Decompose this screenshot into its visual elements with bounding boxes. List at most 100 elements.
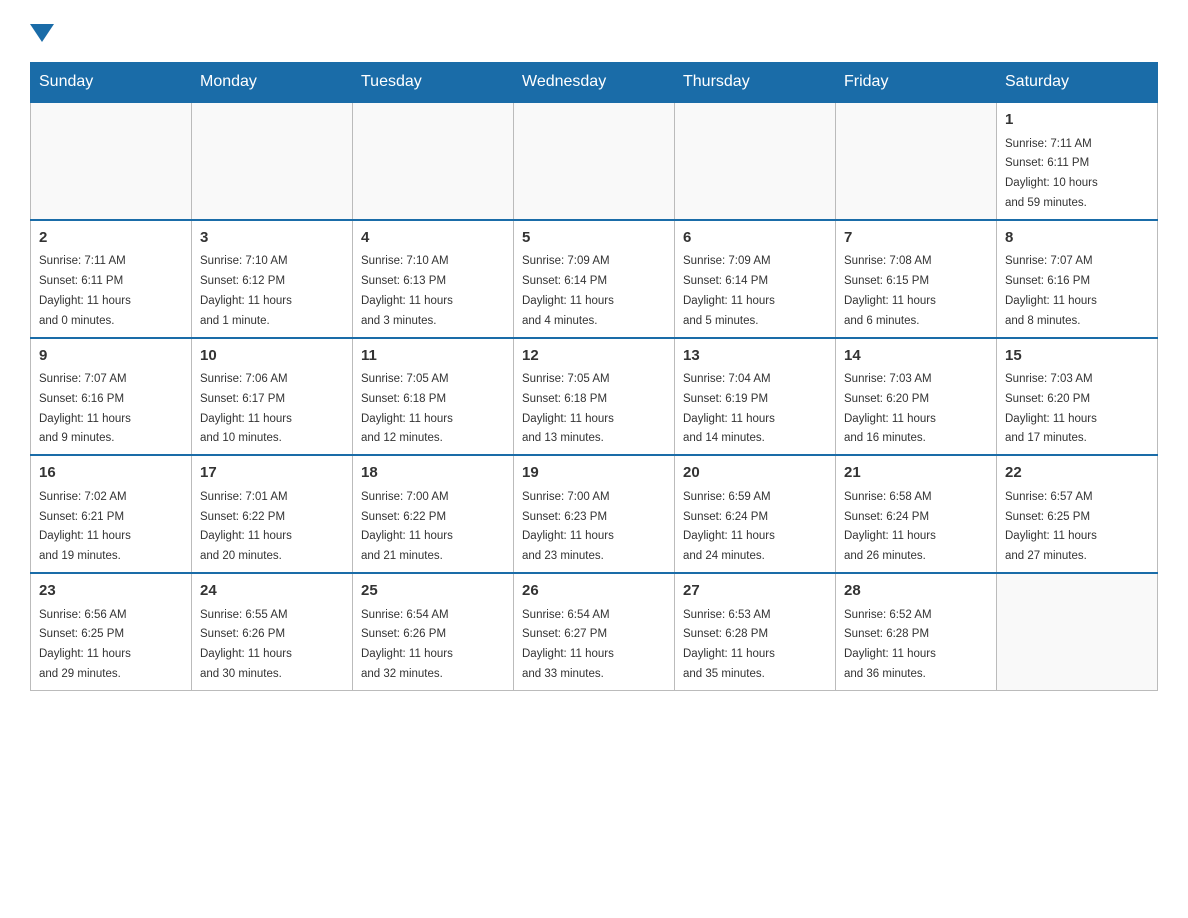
calendar-header-row: SundayMondayTuesdayWednesdayThursdayFrid…: [31, 63, 1158, 103]
calendar-cell: [353, 102, 514, 220]
day-number: 27: [683, 580, 827, 603]
calendar-cell: [997, 573, 1158, 690]
day-number: 11: [361, 345, 505, 368]
col-header-tuesday: Tuesday: [353, 63, 514, 103]
day-number: 20: [683, 462, 827, 485]
day-info: Sunrise: 6:59 AMSunset: 6:24 PMDaylight:…: [683, 491, 775, 562]
col-header-sunday: Sunday: [31, 63, 192, 103]
day-info: Sunrise: 6:54 AMSunset: 6:26 PMDaylight:…: [361, 609, 453, 680]
page-header: [30, 20, 1158, 42]
day-number: 4: [361, 227, 505, 250]
day-number: 8: [1005, 227, 1149, 250]
day-info: Sunrise: 6:57 AMSunset: 6:25 PMDaylight:…: [1005, 491, 1097, 562]
calendar-cell: [514, 102, 675, 220]
calendar-cell: 20 Sunrise: 6:59 AMSunset: 6:24 PMDayligh…: [675, 455, 836, 573]
calendar-cell: 18 Sunrise: 7:00 AMSunset: 6:22 PMDayligh…: [353, 455, 514, 573]
calendar-cell: 27 Sunrise: 6:53 AMSunset: 6:28 PMDayligh…: [675, 573, 836, 690]
day-number: 18: [361, 462, 505, 485]
calendar-cell: 19 Sunrise: 7:00 AMSunset: 6:23 PMDayligh…: [514, 455, 675, 573]
day-info: Sunrise: 7:07 AMSunset: 6:16 PMDaylight:…: [1005, 255, 1097, 326]
day-info: Sunrise: 7:09 AMSunset: 6:14 PMDaylight:…: [683, 255, 775, 326]
calendar-table: SundayMondayTuesdayWednesdayThursdayFrid…: [30, 62, 1158, 691]
day-number: 1: [1005, 109, 1149, 132]
day-info: Sunrise: 7:07 AMSunset: 6:16 PMDaylight:…: [39, 373, 131, 444]
calendar-cell: 1 Sunrise: 7:11 AMSunset: 6:11 PMDaylight…: [997, 102, 1158, 220]
calendar-week-3: 9 Sunrise: 7:07 AMSunset: 6:16 PMDaylight…: [31, 338, 1158, 456]
day-info: Sunrise: 6:53 AMSunset: 6:28 PMDaylight:…: [683, 609, 775, 680]
day-number: 9: [39, 345, 183, 368]
calendar-cell: 26 Sunrise: 6:54 AMSunset: 6:27 PMDayligh…: [514, 573, 675, 690]
day-number: 17: [200, 462, 344, 485]
day-info: Sunrise: 7:05 AMSunset: 6:18 PMDaylight:…: [361, 373, 453, 444]
day-number: 21: [844, 462, 988, 485]
day-info: Sunrise: 7:03 AMSunset: 6:20 PMDaylight:…: [844, 373, 936, 444]
day-number: 14: [844, 345, 988, 368]
calendar-cell: 5Sunrise: 7:09 AMSunset: 6:14 PMDaylight…: [514, 220, 675, 338]
col-header-wednesday: Wednesday: [514, 63, 675, 103]
day-info: Sunrise: 6:58 AMSunset: 6:24 PMDaylight:…: [844, 491, 936, 562]
calendar-cell: 2 Sunrise: 7:11 AMSunset: 6:11 PMDaylight…: [31, 220, 192, 338]
calendar-week-2: 2 Sunrise: 7:11 AMSunset: 6:11 PMDaylight…: [31, 220, 1158, 338]
calendar-week-4: 16 Sunrise: 7:02 AMSunset: 6:21 PMDayligh…: [31, 455, 1158, 573]
day-info: Sunrise: 7:03 AMSunset: 6:20 PMDaylight:…: [1005, 373, 1097, 444]
day-info: Sunrise: 7:08 AMSunset: 6:15 PMDaylight:…: [844, 255, 936, 326]
day-info: Sunrise: 6:56 AMSunset: 6:25 PMDaylight:…: [39, 609, 131, 680]
day-info: Sunrise: 7:02 AMSunset: 6:21 PMDaylight:…: [39, 491, 131, 562]
calendar-cell: [836, 102, 997, 220]
day-number: 19: [522, 462, 666, 485]
day-number: 6: [683, 227, 827, 250]
calendar-cell: 14 Sunrise: 7:03 AMSunset: 6:20 PMDayligh…: [836, 338, 997, 456]
day-number: 13: [683, 345, 827, 368]
day-number: 26: [522, 580, 666, 603]
day-number: 22: [1005, 462, 1149, 485]
calendar-cell: 17Sunrise: 7:01 AMSunset: 6:22 PMDayligh…: [192, 455, 353, 573]
logo: [30, 20, 54, 42]
day-info: Sunrise: 7:00 AMSunset: 6:23 PMDaylight:…: [522, 491, 614, 562]
day-number: 7: [844, 227, 988, 250]
day-info: Sunrise: 7:09 AMSunset: 6:14 PMDaylight:…: [522, 255, 614, 326]
day-number: 16: [39, 462, 183, 485]
calendar-cell: [192, 102, 353, 220]
day-number: 2: [39, 227, 183, 250]
calendar-week-5: 23 Sunrise: 6:56 AMSunset: 6:25 PMDayligh…: [31, 573, 1158, 690]
day-info: Sunrise: 6:55 AMSunset: 6:26 PMDaylight:…: [200, 609, 292, 680]
col-header-monday: Monday: [192, 63, 353, 103]
calendar-cell: 12Sunrise: 7:05 AMSunset: 6:18 PMDayligh…: [514, 338, 675, 456]
calendar-cell: 9 Sunrise: 7:07 AMSunset: 6:16 PMDaylight…: [31, 338, 192, 456]
day-number: 23: [39, 580, 183, 603]
calendar-cell: 28 Sunrise: 6:52 AMSunset: 6:28 PMDayligh…: [836, 573, 997, 690]
day-info: Sunrise: 7:10 AMSunset: 6:12 PMDaylight:…: [200, 255, 292, 326]
col-header-thursday: Thursday: [675, 63, 836, 103]
calendar-cell: 25 Sunrise: 6:54 AMSunset: 6:26 PMDayligh…: [353, 573, 514, 690]
day-number: 25: [361, 580, 505, 603]
calendar-cell: 23 Sunrise: 6:56 AMSunset: 6:25 PMDayligh…: [31, 573, 192, 690]
calendar-cell: 4Sunrise: 7:10 AMSunset: 6:13 PMDaylight…: [353, 220, 514, 338]
day-info: Sunrise: 6:54 AMSunset: 6:27 PMDaylight:…: [522, 609, 614, 680]
day-number: 10: [200, 345, 344, 368]
calendar-cell: 21 Sunrise: 6:58 AMSunset: 6:24 PMDayligh…: [836, 455, 997, 573]
calendar-cell: [675, 102, 836, 220]
day-number: 28: [844, 580, 988, 603]
logo-arrow-icon: [30, 24, 54, 42]
calendar-cell: 10 Sunrise: 7:06 AMSunset: 6:17 PMDayligh…: [192, 338, 353, 456]
calendar-cell: 22 Sunrise: 6:57 AMSunset: 6:25 PMDayligh…: [997, 455, 1158, 573]
day-info: Sunrise: 7:11 AMSunset: 6:11 PMDaylight:…: [39, 255, 131, 326]
col-header-saturday: Saturday: [997, 63, 1158, 103]
calendar-week-1: 1 Sunrise: 7:11 AMSunset: 6:11 PMDaylight…: [31, 102, 1158, 220]
calendar-cell: 11 Sunrise: 7:05 AMSunset: 6:18 PMDayligh…: [353, 338, 514, 456]
day-info: Sunrise: 6:52 AMSunset: 6:28 PMDaylight:…: [844, 609, 936, 680]
day-number: 24: [200, 580, 344, 603]
calendar-cell: 16 Sunrise: 7:02 AMSunset: 6:21 PMDayligh…: [31, 455, 192, 573]
day-number: 15: [1005, 345, 1149, 368]
day-info: Sunrise: 7:06 AMSunset: 6:17 PMDaylight:…: [200, 373, 292, 444]
calendar-cell: 13 Sunrise: 7:04 AMSunset: 6:19 PMDayligh…: [675, 338, 836, 456]
calendar-cell: 6 Sunrise: 7:09 AMSunset: 6:14 PMDaylight…: [675, 220, 836, 338]
day-info: Sunrise: 7:00 AMSunset: 6:22 PMDaylight:…: [361, 491, 453, 562]
day-info: Sunrise: 7:11 AMSunset: 6:11 PMDaylight:…: [1005, 138, 1098, 209]
day-info: Sunrise: 7:04 AMSunset: 6:19 PMDaylight:…: [683, 373, 775, 444]
calendar-cell: 7 Sunrise: 7:08 AMSunset: 6:15 PMDaylight…: [836, 220, 997, 338]
calendar-cell: 15 Sunrise: 7:03 AMSunset: 6:20 PMDayligh…: [997, 338, 1158, 456]
day-number: 3: [200, 227, 344, 250]
calendar-cell: [31, 102, 192, 220]
calendar-cell: 3 Sunrise: 7:10 AMSunset: 6:12 PMDaylight…: [192, 220, 353, 338]
